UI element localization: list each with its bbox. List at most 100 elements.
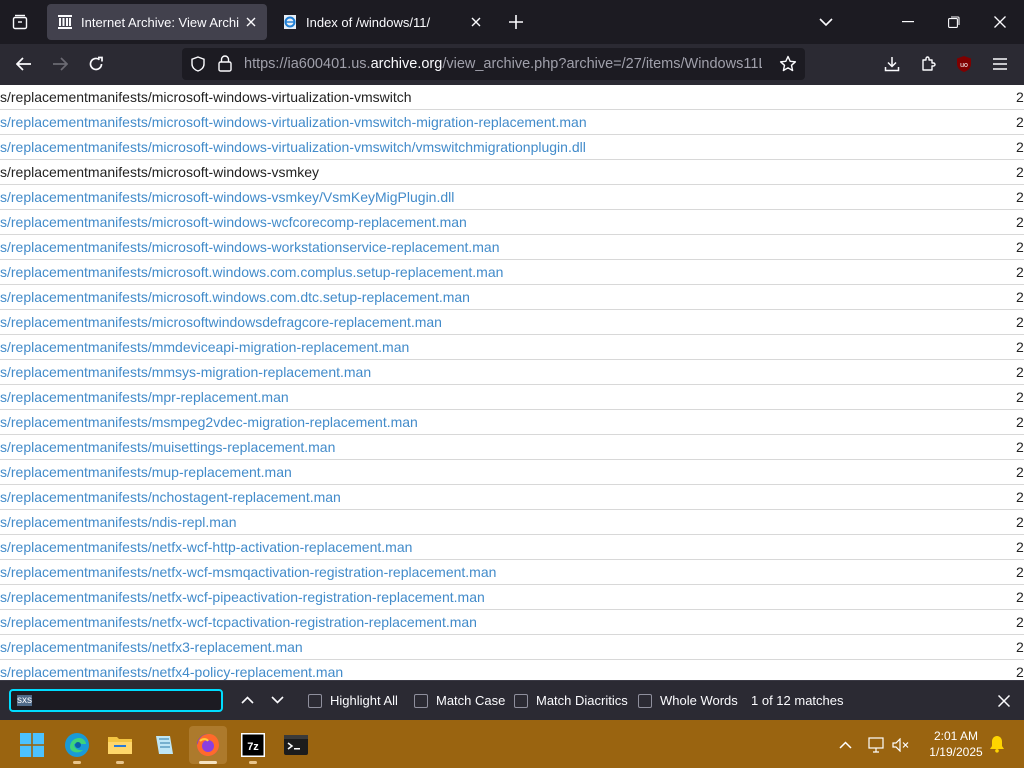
match-diacritics-checkbox[interactable]: Match Diacritics <box>514 693 628 708</box>
bookmark-star-icon[interactable] <box>779 55 797 78</box>
notification-bell-icon[interactable] <box>986 733 1008 755</box>
file-link[interactable]: s/replacementmanifests/msmpeg2vdec-migra… <box>0 410 418 434</box>
list-all-tabs-icon[interactable] <box>6 8 34 36</box>
terminal-icon[interactable] <box>277 726 315 764</box>
new-tab-plus-icon[interactable] <box>502 8 530 36</box>
match-case-label: Match Case <box>436 693 506 708</box>
file-link[interactable]: s/replacementmanifests/microsoft-windows… <box>0 210 467 234</box>
file-link[interactable]: s/replacementmanifests/mmsys-migration-r… <box>0 360 371 384</box>
file-link[interactable]: s/replacementmanifests/microsoft-windows… <box>0 185 454 209</box>
file-link[interactable]: s/replacementmanifests/netfx-wcf-pipeact… <box>0 585 485 609</box>
checkbox-box[interactable] <box>638 693 652 708</box>
table-row: s/replacementmanifests/microsoft-windows… <box>0 110 1024 135</box>
table-row: s/replacementmanifests/mmsys-migration-r… <box>0 360 1024 385</box>
row-date-cell: 2 <box>1016 214 1024 230</box>
file-link[interactable]: s/replacementmanifests/microsoft-windows… <box>0 135 586 159</box>
table-row: s/replacementmanifests/microsoft-windows… <box>0 185 1024 210</box>
file-explorer-icon[interactable] <box>101 726 139 764</box>
close-tab-icon[interactable] <box>239 10 263 34</box>
file-link[interactable]: s/replacementmanifests/microsoft-windows… <box>0 110 587 134</box>
table-row: s/replacementmanifests/mmdeviceapi-migra… <box>0 335 1024 360</box>
restore-window-icon[interactable] <box>940 8 968 36</box>
url-text[interactable]: https://ia600401.us.archive.org/view_arc… <box>244 48 762 80</box>
close-window-icon[interactable] <box>986 8 1014 36</box>
running-indicator <box>73 761 81 764</box>
row-date-cell: 2 <box>1016 264 1024 280</box>
firefox-icon[interactable] <box>189 726 227 764</box>
checkbox-box[interactable] <box>308 693 322 708</box>
row-date-cell: 2 <box>1016 564 1024 580</box>
tab-internet-archive[interactable]: Internet Archive: View Archive <box>47 4 267 40</box>
reload-icon[interactable] <box>80 48 112 80</box>
back-arrow-icon[interactable] <box>8 48 40 80</box>
tab-index-windows[interactable]: Index of /windows/11/ <box>272 4 492 40</box>
chevron-down-icon[interactable] <box>812 8 840 36</box>
file-link[interactable]: s/replacementmanifests/netfx-wcf-msmqact… <box>0 560 496 584</box>
match-case-checkbox[interactable]: Match Case <box>414 693 505 708</box>
extensions-puzzle-icon[interactable] <box>912 48 944 80</box>
file-link[interactable]: s/replacementmanifests/nchostagent-repla… <box>0 485 341 509</box>
file-link[interactable]: s/replacementmanifests/mpr-replacement.m… <box>0 385 289 409</box>
lock-icon[interactable] <box>218 55 232 77</box>
minimize-icon[interactable] <box>894 8 922 36</box>
table-row: s/replacementmanifests/netfx-wcf-tcpacti… <box>0 610 1024 635</box>
folder-path: s/replacementmanifests/microsoft-windows… <box>0 164 319 180</box>
windows-start-icon[interactable] <box>13 726 51 764</box>
tracking-shield-icon[interactable] <box>190 56 206 77</box>
folder-path: s/replacementmanifests/microsoft-windows… <box>0 89 412 105</box>
close-find-bar-icon[interactable] <box>992 689 1016 713</box>
checkbox-box[interactable] <box>514 693 528 708</box>
file-link[interactable]: s/replacementmanifests/netfx3-replacemen… <box>0 635 303 659</box>
file-link[interactable]: s/replacementmanifests/netfx4-policy-rep… <box>0 660 343 680</box>
forward-arrow-icon[interactable] <box>44 48 76 80</box>
file-link[interactable]: s/replacementmanifests/microsoft-windows… <box>0 235 500 259</box>
file-link[interactable]: s/replacementmanifests/microsoftwindowsd… <box>0 310 442 334</box>
file-link[interactable]: s/replacementmanifests/muisettings-repla… <box>0 435 335 459</box>
file-link[interactable]: s/replacementmanifests/netfx-wcf-tcpacti… <box>0 610 477 634</box>
find-input[interactable]: sxs <box>9 689 223 712</box>
address-bar[interactable]: https://ia600401.us.archive.org/view_arc… <box>182 48 805 80</box>
row-date-cell: 2 <box>1016 164 1024 180</box>
close-tab-icon[interactable] <box>464 10 488 34</box>
windows-taskbar: 7z 2:01 AM 1/19/2025 <box>0 720 1024 768</box>
whole-words-checkbox[interactable]: Whole Words <box>638 693 738 708</box>
highlight-all-checkbox[interactable]: Highlight All <box>308 693 398 708</box>
notepad-icon[interactable] <box>145 726 183 764</box>
7zip-icon[interactable]: 7z <box>234 726 272 764</box>
volume-muted-icon[interactable] <box>890 734 912 756</box>
row-date-cell: 2 <box>1016 89 1024 105</box>
hamburger-menu-icon[interactable] <box>984 48 1016 80</box>
file-link[interactable]: s/replacementmanifests/mmdeviceapi-migra… <box>0 335 409 359</box>
row-date-cell: 2 <box>1016 239 1024 255</box>
file-link[interactable]: s/replacementmanifests/mup-replacement.m… <box>0 460 292 484</box>
table-row: s/replacementmanifests/microsoft-windows… <box>0 210 1024 235</box>
find-next-chevron-down-icon[interactable] <box>266 689 288 711</box>
system-clock[interactable]: 2:01 AM 1/19/2025 <box>916 728 996 760</box>
url-domain: archive.org <box>370 56 443 72</box>
checkbox-box[interactable] <box>414 693 428 708</box>
file-link[interactable]: s/replacementmanifests/ndis-repl.man <box>0 510 237 534</box>
find-previous-chevron-up-icon[interactable] <box>236 689 258 711</box>
file-link[interactable]: s/replacementmanifests/microsoft.windows… <box>0 260 503 284</box>
tab-title: Internet Archive: View Archive <box>81 14 239 30</box>
downloads-icon[interactable] <box>876 48 908 80</box>
running-indicator <box>249 761 257 764</box>
archive-file-listing: s/replacementmanifests/microsoft-windows… <box>0 85 1024 680</box>
tray-chevron-up-icon[interactable] <box>834 734 856 756</box>
find-bar: sxs Highlight All Match Case Match Diacr… <box>0 680 1024 720</box>
ublock-origin-icon[interactable]: uo <box>948 48 980 80</box>
row-date-cell: 2 <box>1016 614 1024 630</box>
row-date-cell: 2 <box>1016 339 1024 355</box>
row-date-cell: 2 <box>1016 589 1024 605</box>
file-link[interactable]: s/replacementmanifests/netfx-wcf-http-ac… <box>0 535 412 559</box>
network-icon[interactable] <box>866 734 888 756</box>
row-date-cell: 2 <box>1016 289 1024 305</box>
whole-words-label: Whole Words <box>660 693 738 708</box>
row-date-cell: 2 <box>1016 389 1024 405</box>
row-date-cell: 2 <box>1016 639 1024 655</box>
find-query-text: sxs <box>17 695 32 706</box>
file-link[interactable]: s/replacementmanifests/microsoft.windows… <box>0 285 470 309</box>
row-date-cell: 2 <box>1016 364 1024 380</box>
row-date-cell: 2 <box>1016 189 1024 205</box>
edge-browser-icon[interactable] <box>58 726 96 764</box>
